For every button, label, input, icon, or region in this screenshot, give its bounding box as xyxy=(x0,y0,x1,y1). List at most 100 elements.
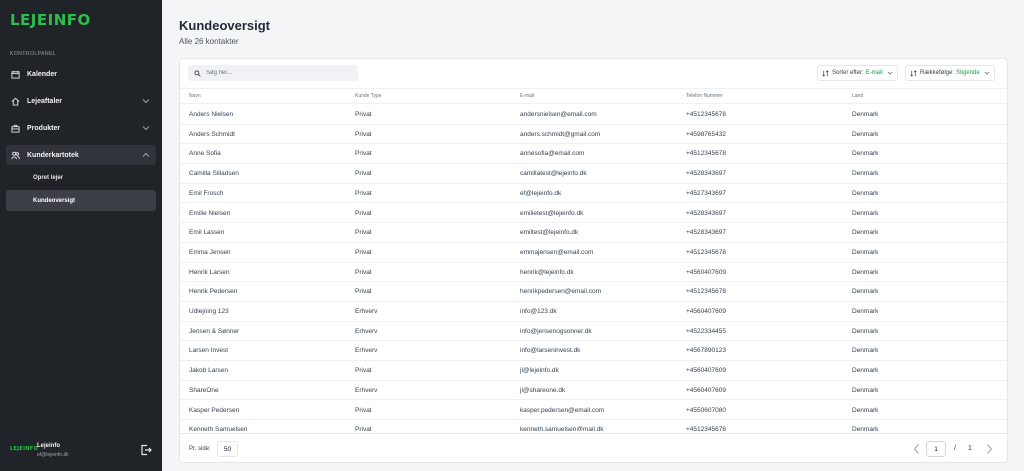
table-row[interactable]: Emilie Nielsen Privat emilietest@lejeinfo.… xyxy=(180,204,1007,224)
chevron-down-icon xyxy=(984,71,989,75)
table-row[interactable]: Anne Sofia Privat annesofia@email.com +4512… xyxy=(180,144,1007,165)
cell-country: Denmark xyxy=(852,248,879,256)
table-row[interactable]: Larsen Invest Erhverv info@larseninvest.dk… xyxy=(180,341,1007,362)
home-icon xyxy=(11,97,20,106)
sidebar-item-label: Lejeaftaler xyxy=(27,97,63,105)
cell-email: henrik@lejeinfo.dk xyxy=(520,268,574,276)
table-row[interactable]: Henrik Pedersen Privat henrikpedersen@emai… xyxy=(180,282,1007,302)
cell-phone: +4598765432 xyxy=(686,130,726,138)
cell-phone: +4512345678 xyxy=(686,426,726,431)
cell-email: emilietest@lejeinfo.dk xyxy=(520,209,584,217)
table-row[interactable]: Kenneth Samuelsen Privat kenneth.samuelsen… xyxy=(180,420,1007,431)
sidebar-section-label: KONTROLPANEL xyxy=(10,51,57,57)
chevron-down-icon xyxy=(887,71,892,75)
table-row[interactable]: Camilla Silladsen Privat camillatest@lejei… xyxy=(180,164,1007,184)
order-dropdown[interactable]: Rækkefølge: Stigende xyxy=(905,65,995,81)
per-page-label: Pr. side: xyxy=(189,446,211,452)
cell-email: andersnielsen@email.com xyxy=(520,111,597,118)
chevron-down-icon xyxy=(142,126,150,131)
cell-phone: +4528343697 xyxy=(686,229,726,237)
cell-name: Anne Sofia xyxy=(189,150,221,158)
cell-customer-type: Privat xyxy=(355,288,372,296)
customer-table-card: Sorter efter: E-mail Rækkefølge: Stigend… xyxy=(179,58,1008,463)
cell-country: Denmark xyxy=(852,209,879,217)
cell-customer-type: Privat xyxy=(355,209,372,217)
table-footer: Pr. side: 50 1 / 1 xyxy=(180,433,1007,462)
sidebar-item-label: Kunderkartotek xyxy=(27,151,79,159)
user-profile: LEJEINFO Lejeinfo ef@lejeinfo.dk xyxy=(10,440,156,462)
cell-email: jl@lejeinfo.dk xyxy=(520,367,559,375)
column-header-email[interactable]: E-mail xyxy=(520,93,534,99)
cell-country: Denmark xyxy=(852,130,879,138)
cell-customer-type: Privat xyxy=(355,229,372,237)
table-row[interactable]: Jakob Larsen Privat jl@lejeinfo.dk +4560407… xyxy=(180,361,1007,381)
logout-icon[interactable] xyxy=(140,444,152,456)
briefcase-icon xyxy=(11,124,20,133)
sidebar-item-produkter[interactable]: Produkter xyxy=(6,118,156,138)
cell-country: Denmark xyxy=(852,347,879,355)
cell-name: Henrik Larsen xyxy=(189,268,230,276)
sidebar-subitem-opret-lejer[interactable]: Opret lejer xyxy=(6,167,156,188)
sidebar: LEJEINFO KONTROLPANEL Kalender Lejeaftal… xyxy=(0,0,162,471)
table-row[interactable]: ShareOne Erhverv jl@shareone.dk +4560407609… xyxy=(180,381,1007,401)
calendar-icon xyxy=(11,70,20,79)
user-email: ef@lejeinfo.dk xyxy=(37,452,69,458)
cell-name: Emilie Nielsen xyxy=(189,209,231,217)
cell-country: Denmark xyxy=(852,150,879,158)
sort-icon xyxy=(822,69,829,77)
sidebar-item-label: Produkter xyxy=(27,124,61,132)
table-row[interactable]: Udlejning 123 Erhverv info@123.dk +45604076… xyxy=(180,302,1007,322)
chevron-right-icon[interactable] xyxy=(985,443,994,455)
table-header: Navn Kunde Type E-mail Telefon Nummer La… xyxy=(180,88,1007,104)
cell-name: Anders Nielsen xyxy=(189,111,234,118)
user-name: Lejeinfo xyxy=(37,443,61,449)
sort-by-dropdown[interactable]: Sorter efter: E-mail xyxy=(817,65,898,81)
sidebar-subitem-kundeoversigt[interactable]: Kundeoversigt xyxy=(6,190,156,211)
table-row[interactable]: Emil Lassen Privat emiltest@lejeinfo.dk +45… xyxy=(180,223,1007,243)
cell-name: Kenneth Samuelsen xyxy=(189,426,248,431)
table-row[interactable]: Anders Schmidt Privat anders.schmidt@gmail… xyxy=(180,125,1007,145)
app-logo[interactable]: LEJEINFO xyxy=(10,11,91,29)
cell-country: Denmark xyxy=(852,367,879,375)
cell-phone: +4522334455 xyxy=(686,327,726,335)
table-row[interactable]: Jensen & Sønner Erhverv info@jensenogsonne… xyxy=(180,322,1007,342)
order-label: Rækkefølge: xyxy=(920,70,955,76)
column-header-type[interactable]: Kunde Type xyxy=(355,93,382,99)
per-page-select[interactable]: 50 xyxy=(217,441,238,457)
table-row[interactable]: Kasper Pedersen Privat kasper.pedersen@ema… xyxy=(180,401,1007,421)
cell-email: kasper.pedersen@email.com xyxy=(520,406,605,414)
column-header-phone[interactable]: Telefon Nummer xyxy=(686,93,723,99)
chevron-left-icon[interactable] xyxy=(912,443,921,455)
sort-value: E-mail xyxy=(865,70,883,76)
cell-customer-type: Erhverv xyxy=(355,308,378,315)
cell-name: Camilla Silladsen xyxy=(189,170,239,178)
cell-country: Denmark xyxy=(852,170,879,178)
cell-country: Denmark xyxy=(852,111,879,118)
cell-customer-type: Erhverv xyxy=(355,327,378,335)
sidebar-item-kunderkartotek[interactable]: Kunderkartotek xyxy=(6,145,156,165)
search-box[interactable] xyxy=(188,65,358,81)
page-number-input[interactable]: 1 xyxy=(926,441,946,457)
column-header-name[interactable]: Navn xyxy=(189,93,201,99)
table-row[interactable]: Anders Nielsen Privat andersnielsen@email.… xyxy=(180,105,1007,125)
cell-phone: +4512345678 xyxy=(686,288,726,296)
cell-customer-type: Erhverv xyxy=(355,386,378,394)
search-input[interactable] xyxy=(206,70,346,76)
cell-phone: +4528343697 xyxy=(686,209,726,217)
table-row[interactable]: Henrik Larsen Privat henrik@lejeinfo.dk +45… xyxy=(180,263,1007,283)
cell-email: emmajensen@email.com xyxy=(520,248,594,256)
cell-name: ShareOne xyxy=(189,386,219,394)
cell-name: Anders Schmidt xyxy=(189,130,235,138)
sidebar-item-lejeaftaler[interactable]: Lejeaftaler xyxy=(6,91,156,111)
sidebar-item-kalender[interactable]: Kalender xyxy=(6,64,156,84)
cell-name: Larsen Invest xyxy=(189,347,229,355)
cell-name: Udlejning 123 xyxy=(189,308,229,315)
table-row[interactable]: Emil Frosch Privat ef@lejeinfo.dk +45273436… xyxy=(180,184,1007,204)
search-icon xyxy=(194,69,201,77)
column-header-country[interactable]: Land xyxy=(852,93,863,99)
cell-customer-type: Erhverv xyxy=(355,347,378,355)
page-separator: / xyxy=(954,445,956,452)
cell-email: jl@shareone.dk xyxy=(520,386,566,394)
cell-customer-type: Privat xyxy=(355,130,372,138)
table-row[interactable]: Emma Jensen Privat emmajensen@email.com +45… xyxy=(180,243,1007,263)
